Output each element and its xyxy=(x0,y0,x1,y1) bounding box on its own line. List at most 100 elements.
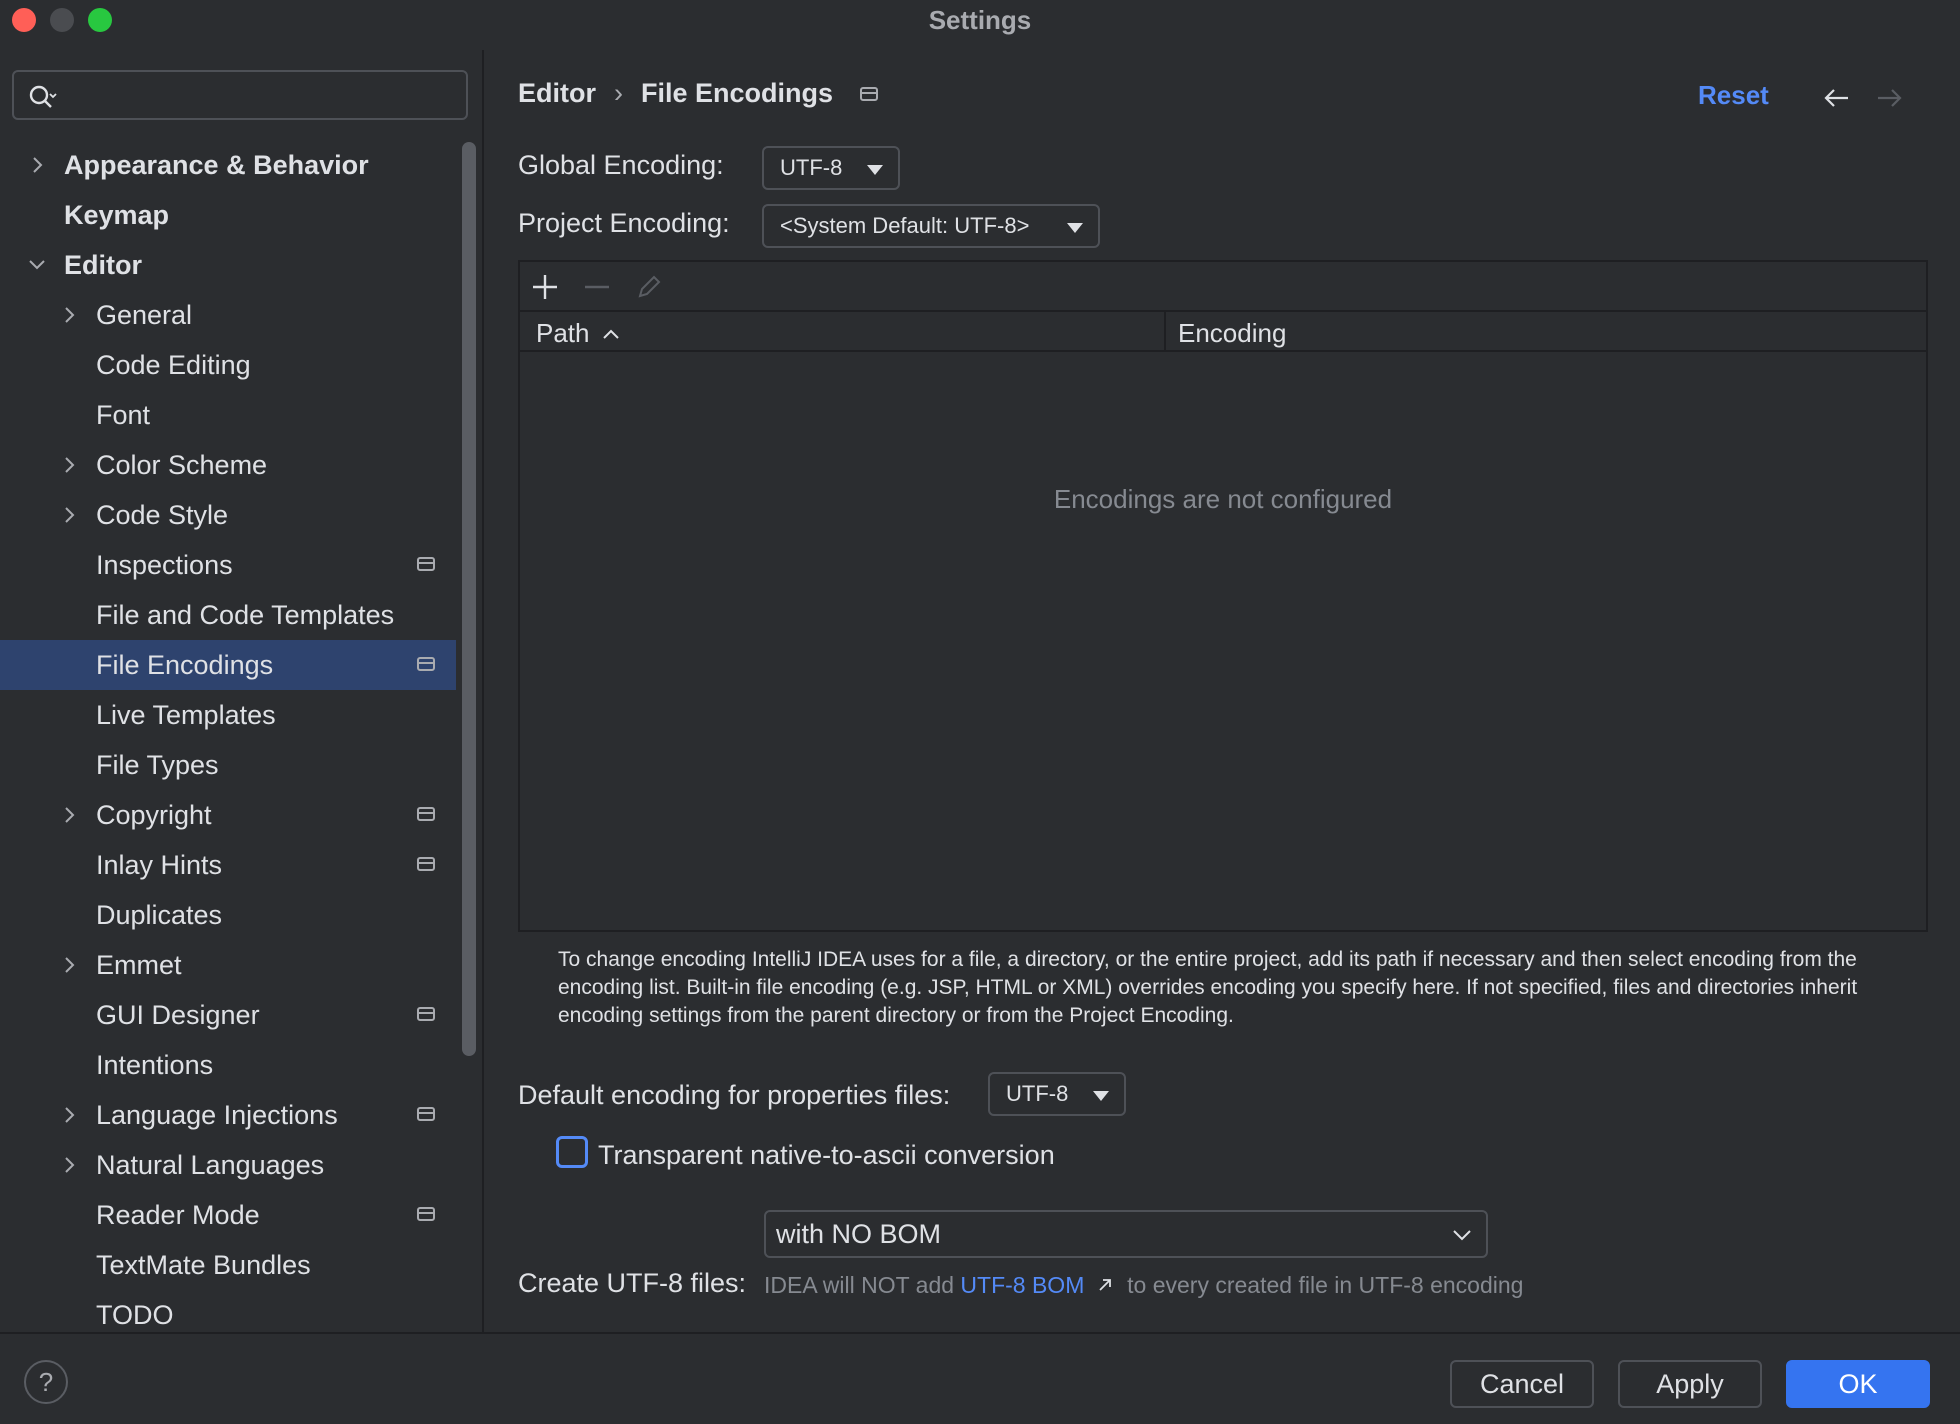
sidebar-item-gui-designer[interactable]: GUI Designer xyxy=(0,990,456,1040)
sidebar-item-label: Copyright xyxy=(96,799,212,830)
sidebar-item-label: Keymap xyxy=(64,199,170,230)
close-window-button[interactable] xyxy=(12,8,36,32)
sidebar-item-emmet[interactable]: Emmet xyxy=(0,940,456,990)
sidebar-item-keymap[interactable]: Keymap xyxy=(0,190,456,240)
minimize-window-button[interactable] xyxy=(50,8,74,32)
add-icon[interactable] xyxy=(530,272,560,302)
sidebar-item-editor[interactable]: Editor xyxy=(0,240,456,290)
search-icon xyxy=(29,85,57,108)
global-encoding-value: UTF-8 xyxy=(780,155,843,180)
sidebar-item-label: Duplicates xyxy=(96,899,223,930)
chevron-right-icon[interactable] xyxy=(58,504,80,526)
chevron-right-icon[interactable] xyxy=(58,804,80,826)
project-scope-icon xyxy=(417,857,435,871)
sidebar-item-language-injections[interactable]: Language Injections xyxy=(0,1090,456,1140)
sidebar-item-label: Editor xyxy=(64,249,142,280)
search-input[interactable] xyxy=(12,70,468,120)
sidebar-item-label: File Encodings xyxy=(96,649,274,680)
sidebar-item-general[interactable]: General xyxy=(0,290,456,340)
project-scope-icon xyxy=(417,807,435,821)
chevron-right-icon[interactable] xyxy=(58,1104,80,1126)
chevron-right-icon[interactable] xyxy=(58,454,80,476)
edit-pencil-icon[interactable] xyxy=(634,272,664,302)
column-divider[interactable] xyxy=(1164,312,1166,352)
properties-encoding-label: Default encoding for properties files: xyxy=(518,1080,951,1110)
project-encoding-select[interactable]: <System Default: UTF-8> xyxy=(762,204,1100,248)
sidebar-item-label: Language Injections xyxy=(96,1099,338,1130)
chevron-down-icon[interactable] xyxy=(26,254,48,276)
breadcrumb-current: File Encodings xyxy=(641,78,834,108)
sidebar-item-color-scheme[interactable]: Color Scheme xyxy=(0,440,456,490)
sidebar-item-natural-languages[interactable]: Natural Languages xyxy=(0,1140,456,1190)
native-to-ascii-label[interactable]: Transparent native-to-ascii conversion xyxy=(598,1140,1055,1171)
chevron-down-icon xyxy=(1453,1230,1471,1241)
breadcrumb-parent[interactable]: Editor xyxy=(518,78,596,109)
remove-icon[interactable] xyxy=(582,272,612,302)
project-scope-icon xyxy=(860,86,879,101)
sidebar-item-label: GUI Designer xyxy=(96,999,260,1030)
project-scope-icon xyxy=(417,1007,435,1021)
reset-link[interactable]: Reset xyxy=(1698,80,1769,111)
table-empty-text: Encodings are not configured xyxy=(1053,484,1393,514)
project-scope-icon xyxy=(417,1207,435,1221)
utf8-bom-link[interactable]: UTF-8 BOM xyxy=(960,1272,1084,1298)
encoding-help-text: To change encoding IntelliJ IDEA uses fo… xyxy=(558,948,1858,1027)
bom-hint-prefix: IDEA will NOT add xyxy=(764,1272,955,1298)
sidebar-item-label: Natural Languages xyxy=(96,1149,325,1180)
ok-button[interactable]: OK xyxy=(1786,1360,1930,1408)
dropdown-triangle-icon xyxy=(1067,223,1083,233)
sidebar-item-label: Emmet xyxy=(96,949,182,980)
sidebar-item-code-style[interactable]: Code Style xyxy=(0,490,456,540)
sidebar-item-label: File Types xyxy=(96,749,219,780)
project-encoding-label: Project Encoding: xyxy=(518,208,730,238)
back-arrow-icon[interactable] xyxy=(1822,86,1852,110)
sidebar-item-label: TODO xyxy=(96,1299,174,1330)
sidebar-scrollbar[interactable] xyxy=(462,142,476,1056)
sidebar-item-label: Color Scheme xyxy=(96,449,268,480)
sidebar-item-code-editing[interactable]: Code Editing xyxy=(0,340,456,390)
cancel-button[interactable]: Cancel xyxy=(1450,1360,1594,1408)
sidebar-item-label: Inlay Hints xyxy=(96,849,223,880)
sidebar-item-textmate-bundles[interactable]: TextMate Bundles xyxy=(0,1240,456,1290)
sidebar-item-file-and-code-templates[interactable]: File and Code Templates xyxy=(0,590,456,640)
sidebar-item-label: Font xyxy=(96,399,151,430)
path-column-label: Path xyxy=(536,318,590,348)
maximize-window-button[interactable] xyxy=(88,8,112,32)
breadcrumb-separator: › xyxy=(614,78,623,108)
chevron-right-icon[interactable] xyxy=(58,304,80,326)
chevron-right-icon[interactable] xyxy=(26,154,48,176)
sidebar-item-file-encodings[interactable]: File Encodings xyxy=(0,640,456,690)
window-controls xyxy=(12,8,112,32)
bom-hint: IDEA will NOT add UTF-8 BOM to every cre… xyxy=(764,1272,1523,1299)
sidebar-item-label: Code Style xyxy=(96,499,229,530)
sidebar-item-duplicates[interactable]: Duplicates xyxy=(0,890,456,940)
sidebar-item-inspections[interactable]: Inspections xyxy=(0,540,456,590)
sort-ascending-icon xyxy=(602,329,619,339)
sidebar-item-font[interactable]: Font xyxy=(0,390,456,440)
native-to-ascii-checkbox[interactable] xyxy=(556,1136,588,1168)
sidebar-item-appearance-behavior[interactable]: Appearance & Behavior xyxy=(0,140,456,190)
sidebar-item-label: File and Code Templates xyxy=(96,599,395,630)
sidebar-item-file-types[interactable]: File Types xyxy=(0,740,456,790)
forward-arrow-icon[interactable] xyxy=(1874,86,1904,110)
sidebar-item-live-templates[interactable]: Live Templates xyxy=(0,690,456,740)
global-encoding-select[interactable]: UTF-8 xyxy=(762,146,900,190)
sidebar-item-inlay-hints[interactable]: Inlay Hints xyxy=(0,840,456,890)
sidebar-item-label: TextMate Bundles xyxy=(96,1249,311,1280)
sidebar-item-reader-mode[interactable]: Reader Mode xyxy=(0,1190,456,1240)
encodings-table: Path Encoding Encodings are not configur… xyxy=(518,260,1928,932)
encoding-column-header[interactable]: Encoding xyxy=(1178,318,1286,349)
breadcrumb: Editor › File Encodings xyxy=(518,78,879,109)
sidebar-item-label: General xyxy=(96,299,193,330)
apply-button[interactable]: Apply xyxy=(1618,1360,1762,1408)
chevron-right-icon[interactable] xyxy=(58,1154,80,1176)
help-button[interactable]: ? xyxy=(24,1360,68,1404)
properties-encoding-select[interactable]: UTF-8 xyxy=(988,1072,1126,1116)
sidebar-item-intentions[interactable]: Intentions xyxy=(0,1040,456,1090)
create-utf8-select[interactable]: with NO BOM xyxy=(764,1210,1488,1258)
create-utf8-value: with NO BOM xyxy=(776,1218,942,1249)
path-column-header[interactable]: Path xyxy=(536,318,620,349)
sidebar-item-label: Live Templates xyxy=(96,699,276,730)
chevron-right-icon[interactable] xyxy=(58,954,80,976)
sidebar-item-copyright[interactable]: Copyright xyxy=(0,790,456,840)
